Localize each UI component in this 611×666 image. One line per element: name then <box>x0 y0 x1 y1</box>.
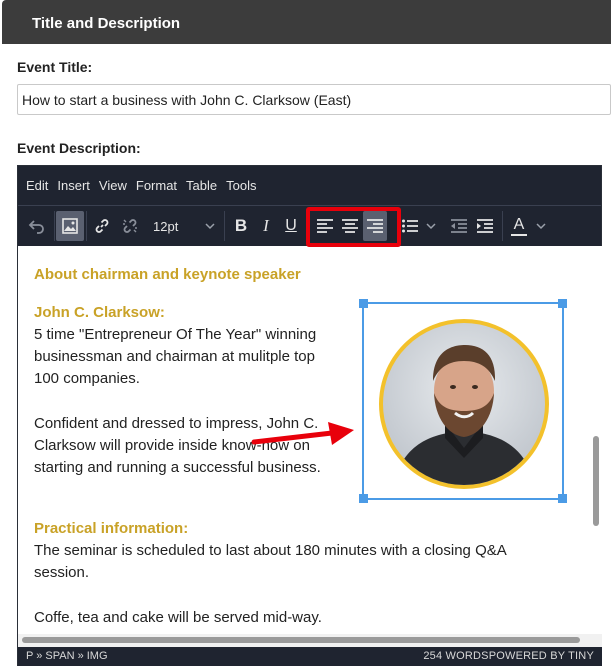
italic-button[interactable]: I <box>254 211 278 241</box>
editor-statusbar: P » SPAN » IMG 254 WORDS POWERED BY TINY <box>18 647 602 666</box>
vertical-scrollbar[interactable] <box>590 246 602 634</box>
portrait-illustration <box>393 345 535 485</box>
editor-toolbar: 12pt B I U A <box>18 205 601 246</box>
underline-icon: U <box>285 217 297 234</box>
italic-icon: I <box>263 216 269 235</box>
editor-menubar: Edit Insert View Format Table Tools <box>18 166 601 205</box>
seminar-line: session. <box>34 564 90 581</box>
resize-handle[interactable] <box>558 494 567 503</box>
resize-handle[interactable] <box>359 494 368 503</box>
practical-heading: Practical information: <box>34 520 189 537</box>
event-title-label: Event Title: <box>17 59 93 75</box>
indent-icon <box>477 219 493 233</box>
unlink-icon <box>123 219 137 233</box>
red-arrow-annotation <box>251 422 354 445</box>
bold-icon: B <box>234 216 248 235</box>
insert-link-button[interactable] <box>88 211 116 241</box>
chevron-down-icon <box>426 223 436 230</box>
seminar-line: The seminar is scheduled to last about 1… <box>34 542 507 559</box>
text-color-icon: A <box>513 215 525 233</box>
text-color-button[interactable]: A <box>506 211 532 241</box>
undo-icon <box>28 220 44 234</box>
panel-title: Title and Description <box>32 15 181 32</box>
powered-by-link[interactable]: POWERED BY TINY <box>489 647 594 666</box>
unlink-button[interactable] <box>116 211 144 241</box>
outdent-icon <box>451 219 467 233</box>
resize-handle[interactable] <box>558 299 567 308</box>
resize-handle[interactable] <box>359 299 368 308</box>
align-left-icon <box>317 219 333 233</box>
align-center-button[interactable] <box>338 211 362 241</box>
font-size-value: 12pt <box>153 218 179 234</box>
bullet-list-options-button[interactable] <box>424 211 438 241</box>
desc-line: starting and running a successful busine… <box>34 459 321 476</box>
speaker-name: John C. Clarksow: <box>34 304 165 321</box>
outdent-button[interactable] <box>446 211 472 241</box>
event-title-input[interactable] <box>17 84 611 115</box>
image-icon <box>62 218 78 234</box>
element-path[interactable]: P » SPAN » IMG <box>26 647 108 666</box>
insert-image-button[interactable] <box>56 211 84 241</box>
menu-edit[interactable]: Edit <box>26 178 48 193</box>
align-left-button[interactable] <box>313 211 337 241</box>
undo-button[interactable] <box>22 211 52 241</box>
horizontal-scrollbar[interactable] <box>18 634 602 647</box>
text-color-swatch <box>511 233 527 236</box>
indent-button[interactable] <box>472 211 498 241</box>
chevron-down-icon <box>536 223 546 230</box>
align-center-icon <box>342 219 358 233</box>
bio-line: 5 time "Entrepreneur Of The Year" winnin… <box>34 326 317 343</box>
horizontal-scrollbar-thumb[interactable] <box>22 637 580 643</box>
link-icon <box>95 219 109 233</box>
text-color-options-button[interactable] <box>534 211 548 241</box>
underline-button[interactable]: U <box>278 211 304 241</box>
rich-text-editor: Edit Insert View Format Table Tools 12pt <box>17 165 602 666</box>
vertical-scrollbar-thumb[interactable] <box>593 436 599 526</box>
speaker-portrait <box>379 319 549 489</box>
menu-table[interactable]: Table <box>186 178 217 193</box>
bullet-list-icon <box>402 219 418 233</box>
event-description-label: Event Description: <box>17 140 141 156</box>
align-right-icon <box>367 219 383 233</box>
font-size-select[interactable]: 12pt <box>146 211 222 241</box>
chevron-down-icon <box>205 223 215 230</box>
panel-header: Title and Description <box>2 0 611 44</box>
menu-tools[interactable]: Tools <box>226 178 256 193</box>
bio-line: 100 companies. <box>34 370 140 387</box>
menu-insert[interactable]: Insert <box>57 178 90 193</box>
menu-format[interactable]: Format <box>136 178 177 193</box>
content-heading: About chairman and keynote speaker <box>34 266 301 283</box>
menu-view[interactable]: View <box>99 178 127 193</box>
word-count[interactable]: 254 WORDS <box>423 647 488 666</box>
align-right-button[interactable] <box>363 211 387 241</box>
coffee-line: Coffe, tea and cake will be served mid-w… <box>34 609 322 626</box>
bio-line: businessman and chairman at mulitple top <box>34 348 315 365</box>
bullet-list-button[interactable] <box>398 211 422 241</box>
bold-button[interactable]: B <box>228 211 254 241</box>
selected-image[interactable] <box>359 299 567 503</box>
